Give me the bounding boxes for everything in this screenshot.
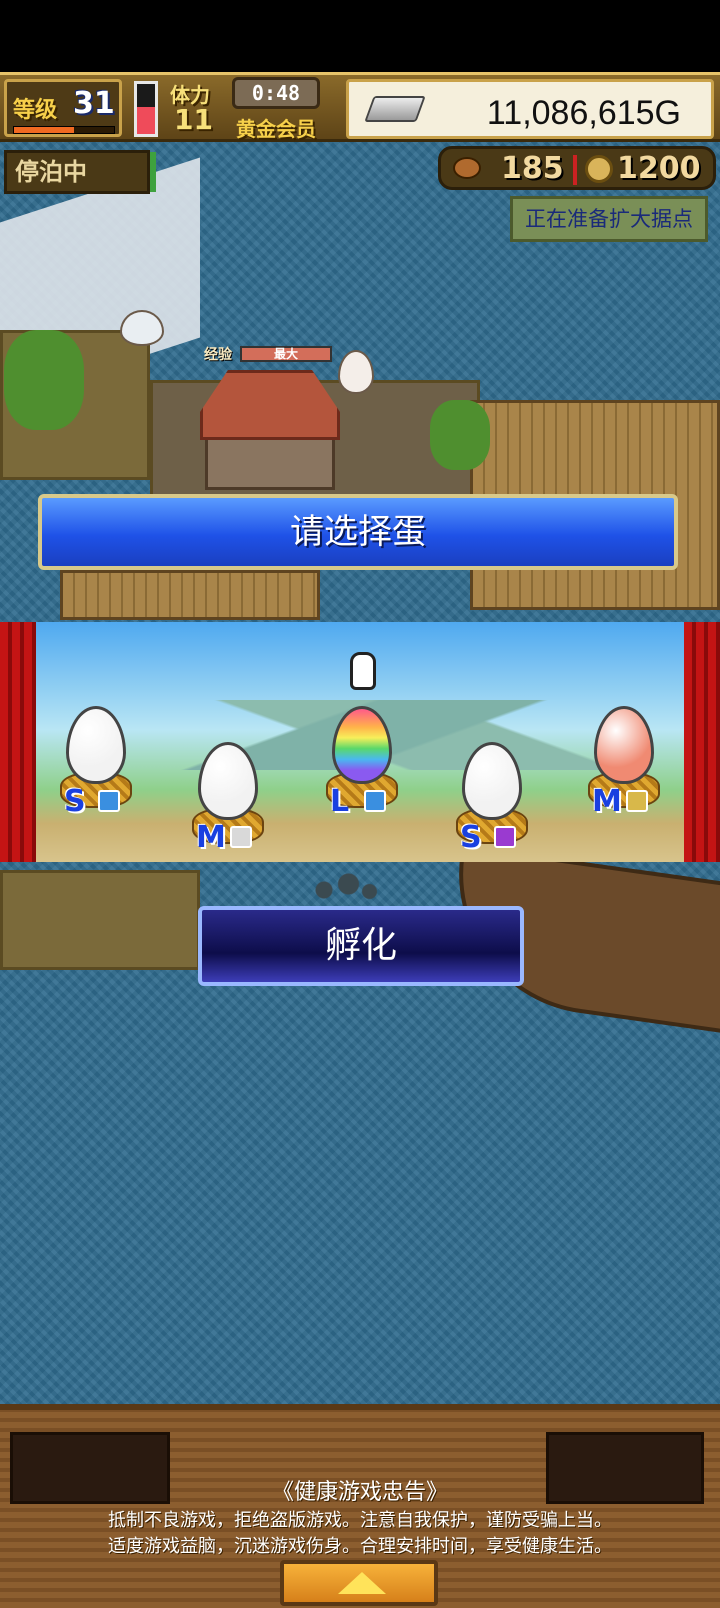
egg-size-label: M xyxy=(196,820,226,855)
pointing-hand-icon xyxy=(350,652,376,690)
egg-option[interactable]: M xyxy=(188,742,268,862)
egg-size-label: L xyxy=(330,784,350,819)
game-screen: 经验 最大 等级 31 体力 11 0:48 黄金会员 11,086,615G … xyxy=(0,0,720,1608)
map-egg-icon[interactable] xyxy=(338,350,374,394)
coin-count: 1200 xyxy=(617,151,701,186)
egg-option[interactable]: S xyxy=(56,706,136,826)
stamina-fill xyxy=(137,106,155,134)
egg-size-label: M xyxy=(592,784,622,819)
snow-rock xyxy=(120,310,164,346)
level-value: 31 xyxy=(73,86,115,121)
expand-base-notice[interactable]: 正在准备扩大据点 xyxy=(510,196,708,242)
exp-bar: 最大 xyxy=(240,346,332,362)
health-advice-line1: 抵制不良游戏，拒绝盗版游戏。注意自我保护，谨防受骗上当。 xyxy=(108,1510,612,1531)
pier xyxy=(60,570,320,620)
level-panel[interactable]: 等级 31 xyxy=(4,79,122,137)
stamina-timer: 0:48 xyxy=(232,77,320,109)
gold-amount: 11,086,615G xyxy=(486,94,681,132)
health-advice-line2: 适度游戏益脑，沉迷游戏伤身。合理安排时间，享受健康生活。 xyxy=(108,1536,612,1557)
health-advice-title: 《健康游戏忠告》 xyxy=(271,1480,448,1505)
resource-divider xyxy=(573,155,577,185)
egg-icon xyxy=(332,706,392,784)
stamina-meter xyxy=(134,81,158,137)
curtain-left xyxy=(0,622,36,862)
food-icon xyxy=(453,157,481,179)
egg-icon xyxy=(594,706,654,784)
docked-indicator xyxy=(150,152,156,192)
membership-badge[interactable]: 黄金会员 xyxy=(236,113,316,142)
hatch-button[interactable]: 孵化 xyxy=(198,906,524,986)
egg-icon xyxy=(66,706,126,784)
egg-type-badge-icon xyxy=(626,790,648,812)
exp-label: 经验 xyxy=(204,347,232,363)
egg-type-badge-icon xyxy=(364,790,386,812)
resource-bar[interactable]: 185 1200 xyxy=(438,146,716,190)
stamina-value: 11 xyxy=(174,103,213,136)
coin-icon xyxy=(585,155,613,183)
curtain-right xyxy=(684,622,720,862)
top-hud: 等级 31 体力 11 0:48 黄金会员 11,086,615G xyxy=(0,72,720,142)
level-progress-fill xyxy=(14,127,74,133)
status-bar-area xyxy=(0,0,720,72)
egg-option[interactable]: M xyxy=(584,706,664,826)
expand-menu-button[interactable] xyxy=(280,1560,438,1606)
select-egg-banner: 请选择蛋 xyxy=(38,494,678,570)
egg-size-label: S xyxy=(64,784,86,819)
egg-type-badge-icon xyxy=(230,826,252,848)
house-roof[interactable] xyxy=(200,370,340,440)
egg-size-label: S xyxy=(460,820,482,855)
lower-island xyxy=(0,870,200,970)
bush xyxy=(430,400,490,470)
egg-option[interactable]: L xyxy=(322,706,402,826)
docked-status[interactable]: 停泊中 xyxy=(4,150,150,194)
egg-type-badge-icon xyxy=(98,790,120,812)
bottom-panel: 《健康游戏忠告》 抵制不良游戏，拒绝盗版游戏。注意自我保护，谨防受骗上当。 适度… xyxy=(0,1404,720,1608)
tree xyxy=(4,330,84,430)
arrow-up-icon xyxy=(338,1572,386,1594)
egg-icon xyxy=(198,742,258,820)
egg-option[interactable]: S xyxy=(452,742,532,862)
level-label: 等级 xyxy=(13,98,58,123)
gold-panel[interactable]: 11,086,615G xyxy=(346,79,714,139)
level-progress-bar xyxy=(13,126,115,134)
rocks xyxy=(310,872,380,902)
food-count: 185 xyxy=(501,151,564,186)
egg-icon xyxy=(462,742,522,820)
egg-type-badge-icon xyxy=(494,826,516,848)
silver-bar-icon xyxy=(364,96,426,122)
